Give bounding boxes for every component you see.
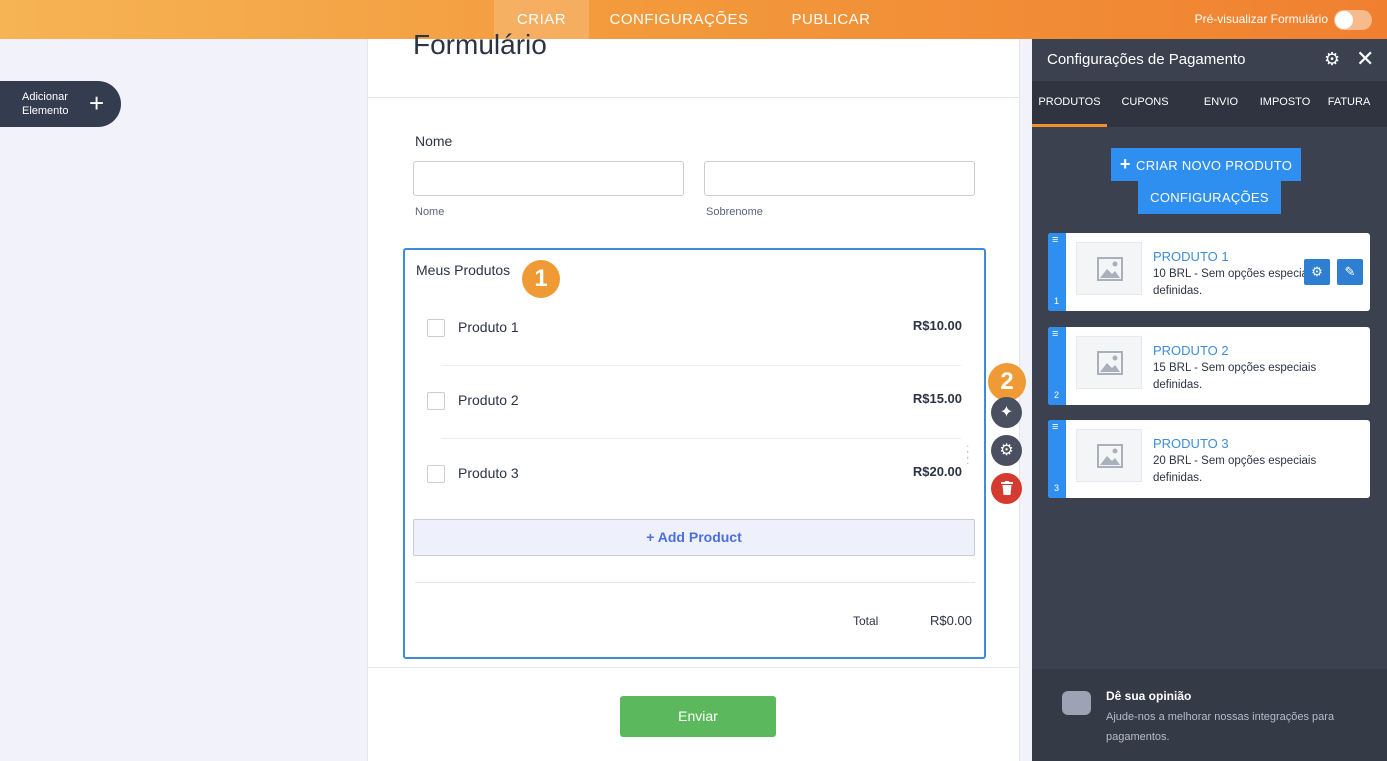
tab-publicar[interactable]: PUBLICAR [782,0,880,39]
feedback-text: Ajude-nos a melhorar nossas integrações … [1106,711,1335,743]
menu-icon: ≡ [1052,234,1059,246]
product-name: PRODUTO 3 [1153,436,1229,451]
panel-header: Configurações de Pagamento ⚙ ✕ [1032,39,1387,81]
product-description: 10 BRL - Sem opções especiais definidas. [1153,268,1317,297]
chat-bubble-icon [1062,691,1091,715]
feedback-title: Dê sua opinião [1106,689,1192,703]
image-placeholder-icon [1076,336,1142,389]
product-name: PRODUTO 2 [1153,343,1229,358]
gear-icon: ⚙ [1311,264,1323,279]
product-card[interactable]: ≡ 2 PRODUTO 2 15 BRL - Sem opções especi… [1048,327,1370,405]
add-element-button[interactable]: Adicionar Elemento + [0,81,121,127]
tab-configuracoes[interactable]: CONFIGURAÇÕES [600,0,758,39]
divider [415,582,975,583]
drag-handle[interactable]: ≡ 3 [1048,420,1066,498]
tab-fatura[interactable]: FATURA [1322,81,1376,127]
step-badge-2: 2 [988,363,1026,401]
tab-cupons[interactable]: CUPONS [1112,81,1178,127]
product-price: R$10.00 [912,318,962,333]
product-name: Produto 2 [458,392,519,408]
toggle-knob [1335,11,1353,29]
pencil-icon: ✎ [1344,264,1356,279]
product-number: 1 [1054,296,1060,306]
form-title[interactable]: Formulário [413,29,547,61]
product-description: 20 BRL - Sem opções especiais definidas. [1153,455,1317,484]
preview-label: Pré-visualizar Formulário [1194,12,1328,26]
image-placeholder-icon [1076,429,1142,482]
divider [441,365,961,366]
first-name-input[interactable] [413,161,684,196]
drag-handle-icon[interactable]: ::: [966,442,978,466]
gear-icon: ⚙ [999,442,1014,459]
products-field[interactable]: Meus Produtos Produto 1 R$10.00 Produto … [403,248,986,659]
delete-field-button[interactable] [991,473,1022,504]
tab-imposto[interactable]: IMPOSTO [1254,81,1316,127]
first-name-sublabel: Nome [415,206,445,218]
add-element-label: Adicionar Elemento [22,91,69,117]
drag-handle[interactable]: ≡ 1 [1048,233,1066,311]
submit-button[interactable]: Enviar [620,696,776,737]
magic-wand-button[interactable]: ✦ [991,397,1022,428]
plus-icon: + [1119,154,1136,174]
product-number: 2 [1054,390,1060,400]
step-badge-1: 1 [522,260,560,298]
drag-handle[interactable]: ≡ 2 [1048,327,1066,405]
menu-icon: ≡ [1052,421,1059,433]
panel-tabs: PRODUTOS CUPONS ENVIO IMPOSTO FATURA [1032,81,1387,127]
product-checkbox[interactable] [427,319,445,337]
top-bar: CRIAR CONFIGURAÇÕES PUBLICAR Pré-visuali… [0,0,1387,39]
products-config-button[interactable]: CONFIGURAÇÕES [1138,181,1281,214]
magic-wand-icon: ✦ [999,404,1014,421]
total-label: Total [853,614,879,628]
preview-toggle[interactable] [1334,10,1372,30]
product-checkbox[interactable] [427,465,445,483]
close-icon[interactable]: ✕ [1356,46,1374,72]
product-row[interactable]: Produto 2 R$15.00 [405,386,984,416]
edit-product-button[interactable]: ✎ [1337,259,1363,285]
last-name-input[interactable] [704,161,975,196]
create-product-label: CRIAR NOVO PRODUTO [1136,158,1293,173]
product-name: Produto 3 [458,465,519,481]
create-product-button[interactable]: + CRIAR NOVO PRODUTO [1111,148,1301,181]
product-card[interactable]: ≡ 1 PRODUTO 1 10 BRL - Sem opções especi… [1048,233,1370,311]
product-checkbox[interactable] [427,392,445,410]
divider [368,667,1019,668]
menu-icon: ≡ [1052,328,1059,340]
product-price: R$20.00 [912,464,962,479]
divider [441,438,961,439]
gear-icon[interactable]: ⚙ [1324,49,1340,70]
product-price: R$15.00 [912,391,962,406]
payment-settings-panel: Configurações de Pagamento ⚙ ✕ PRODUTOS … [1032,39,1387,761]
trash-icon [1000,481,1013,495]
last-name-sublabel: Sobrenome [706,206,763,218]
image-placeholder-icon [1076,242,1142,295]
product-name: PRODUTO 1 [1153,249,1229,264]
divider [368,97,1019,98]
product-description: 15 BRL - Sem opções especiais definidas. [1153,362,1317,391]
form-card: Formulário Nome Nome Sobrenome Meus Prod… [367,29,1020,761]
field-settings-button[interactable]: ⚙ [991,435,1022,466]
product-row[interactable]: Produto 3 R$20.00 [405,459,984,489]
product-number: 3 [1054,483,1060,493]
add-product-button[interactable]: + Add Product [413,519,975,556]
panel-title: Configurações de Pagamento [1047,51,1246,68]
product-card[interactable]: ≡ 3 PRODUTO 3 20 BRL - Sem opções especi… [1048,420,1370,498]
product-settings-button[interactable]: ⚙ [1304,259,1330,285]
total-value: R$0.00 [930,613,972,628]
plus-icon: + [89,88,105,118]
products-title: Meus Produtos [416,262,511,278]
feedback-section[interactable]: Dê sua opinião Ajude-nos a melhorar noss… [1032,669,1387,761]
tab-produtos[interactable]: PRODUTOS [1032,81,1107,127]
product-row[interactable]: Produto 1 R$10.00 [405,313,984,343]
tab-envio[interactable]: ENVIO [1195,81,1247,127]
product-name: Produto 1 [458,319,519,335]
name-label: Nome [415,133,453,149]
